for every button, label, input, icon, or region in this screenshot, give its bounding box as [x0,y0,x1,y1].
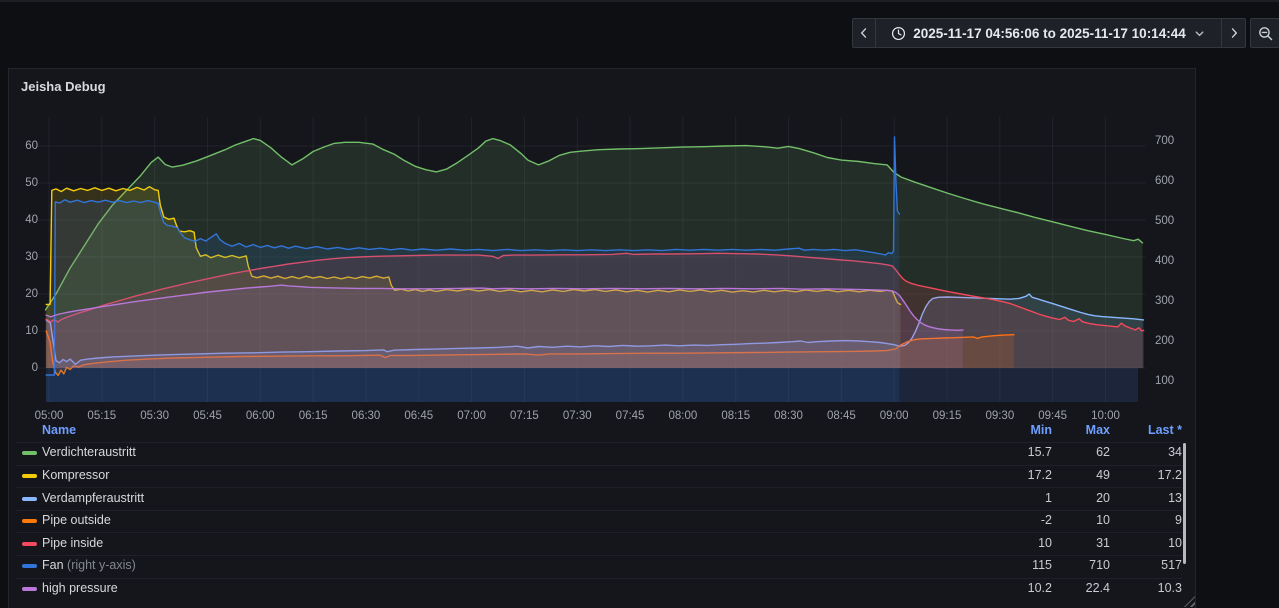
legend-value-max: 62 [1096,445,1110,460]
x-tick-label: 06:15 [298,410,328,422]
legend-value-max: 22.4 [1085,580,1110,595]
legend-row-separator [16,464,1182,466]
x-tick-label: 08:45 [826,410,856,422]
y-right-tick-label: 300 [1155,295,1175,307]
legend-swatch[interactable] [22,451,37,456]
y-left-tick-label: 50 [25,177,38,189]
y-left-tick-label: 10 [25,325,38,337]
legend-label-text: Verdichteraustritt [42,445,136,460]
y-left-tick-label: 20 [25,288,38,300]
legend-value-last: 9 [1175,513,1182,528]
legend-swatch[interactable] [22,564,37,569]
y-left-tick-label: 60 [25,140,38,152]
x-tick-label: 08:00 [668,410,698,422]
y-left-tick-label: 30 [25,251,38,263]
x-tick-label: 09:00 [879,410,909,422]
legend-value-last: 34 [1168,445,1182,460]
legend-label-text: Pipe inside [42,535,104,550]
x-tick-label: 05:45 [193,410,222,422]
legend-header-max[interactable]: Max [1040,423,1110,438]
legend-swatch[interactable] [22,586,37,591]
legend-row-separator [16,577,1182,579]
legend-item-label[interactable]: Pipe outside [42,513,111,528]
x-tick-label: 06:00 [245,410,275,422]
x-tick-label: 08:30 [774,410,803,422]
legend-row-separator [16,532,1182,534]
legend-header-last[interactable]: Last * [1112,423,1182,438]
legend-label-text: Kompressor [42,467,110,482]
x-tick-label: 05:00 [34,410,64,422]
legend-value-max: 10 [1096,513,1110,528]
x-tick-label: 05:15 [87,410,117,422]
y-right-tick-label: 700 [1155,135,1175,147]
y-right-tick-label: 400 [1155,255,1175,267]
x-tick-label: 07:15 [510,410,539,422]
legend-label-text: high pressure [42,580,118,595]
legend-value-max: 710 [1089,558,1110,573]
legend-header-name[interactable]: Name [42,423,76,438]
legend-label-text: Pipe outside [42,513,111,528]
legend-item-label[interactable]: Fan (right y-axis) [42,558,136,573]
x-tick-label: 05:30 [140,410,170,422]
legend-item-label[interactable]: Verdichteraustritt [42,445,136,460]
legend-value-max: 49 [1096,467,1110,482]
legend-swatch[interactable] [22,519,37,524]
legend-scrollbar-thumb[interactable] [1183,443,1186,564]
legend-value-last: 17.2 [1157,467,1182,482]
x-tick-label: 07:30 [562,410,592,422]
legend-value-last: 10.3 [1157,580,1182,595]
legend-item-label[interactable]: Verdampferaustritt [42,491,144,506]
y-right-tick-label: 200 [1155,335,1175,347]
x-tick-label: 07:45 [615,410,645,422]
legend-label-text: Fan [42,558,64,573]
legend-swatch[interactable] [22,541,37,546]
x-tick-label: 06:30 [351,410,381,422]
x-tick-label: 09:30 [985,410,1015,422]
x-tick-label: 07:00 [457,410,486,422]
legend-item-label[interactable]: Pipe inside [42,536,103,551]
legend-swatch[interactable] [22,473,37,478]
legend-row-separator [16,487,1182,489]
x-tick-label: 10:00 [1091,410,1120,422]
legend-row-separator [16,509,1182,511]
y-left-tick-label: 0 [31,362,38,374]
y-right-tick-label: 100 [1155,375,1175,387]
x-tick-label: 09:45 [1038,410,1068,422]
y-right-tick-label: 500 [1155,215,1175,227]
x-tick-label: 08:15 [721,410,751,422]
legend-value-last: 10 [1168,535,1182,550]
legend-row-separator [16,442,1182,443]
legend-label-suffix: (right y-axis) [67,558,136,573]
y-left-tick-label: 40 [25,214,38,226]
legend-value-max: 20 [1096,490,1110,505]
legend-item-label[interactable]: high pressure [42,581,118,596]
legend-value-last: 517 [1161,558,1182,573]
legend-swatch[interactable] [22,496,37,501]
y-right-tick-label: 600 [1155,175,1175,187]
x-tick-label: 09:15 [932,410,962,422]
x-tick-label: 06:45 [404,410,434,422]
legend-label-text: Verdampferaustritt [42,490,145,505]
series-fill-high-pressure [46,285,963,368]
legend-row-separator [16,555,1182,556]
legend-item-label[interactable]: Kompressor [42,468,109,483]
legend-value-max: 31 [1096,535,1110,550]
legend-value-last: 13 [1168,490,1182,505]
